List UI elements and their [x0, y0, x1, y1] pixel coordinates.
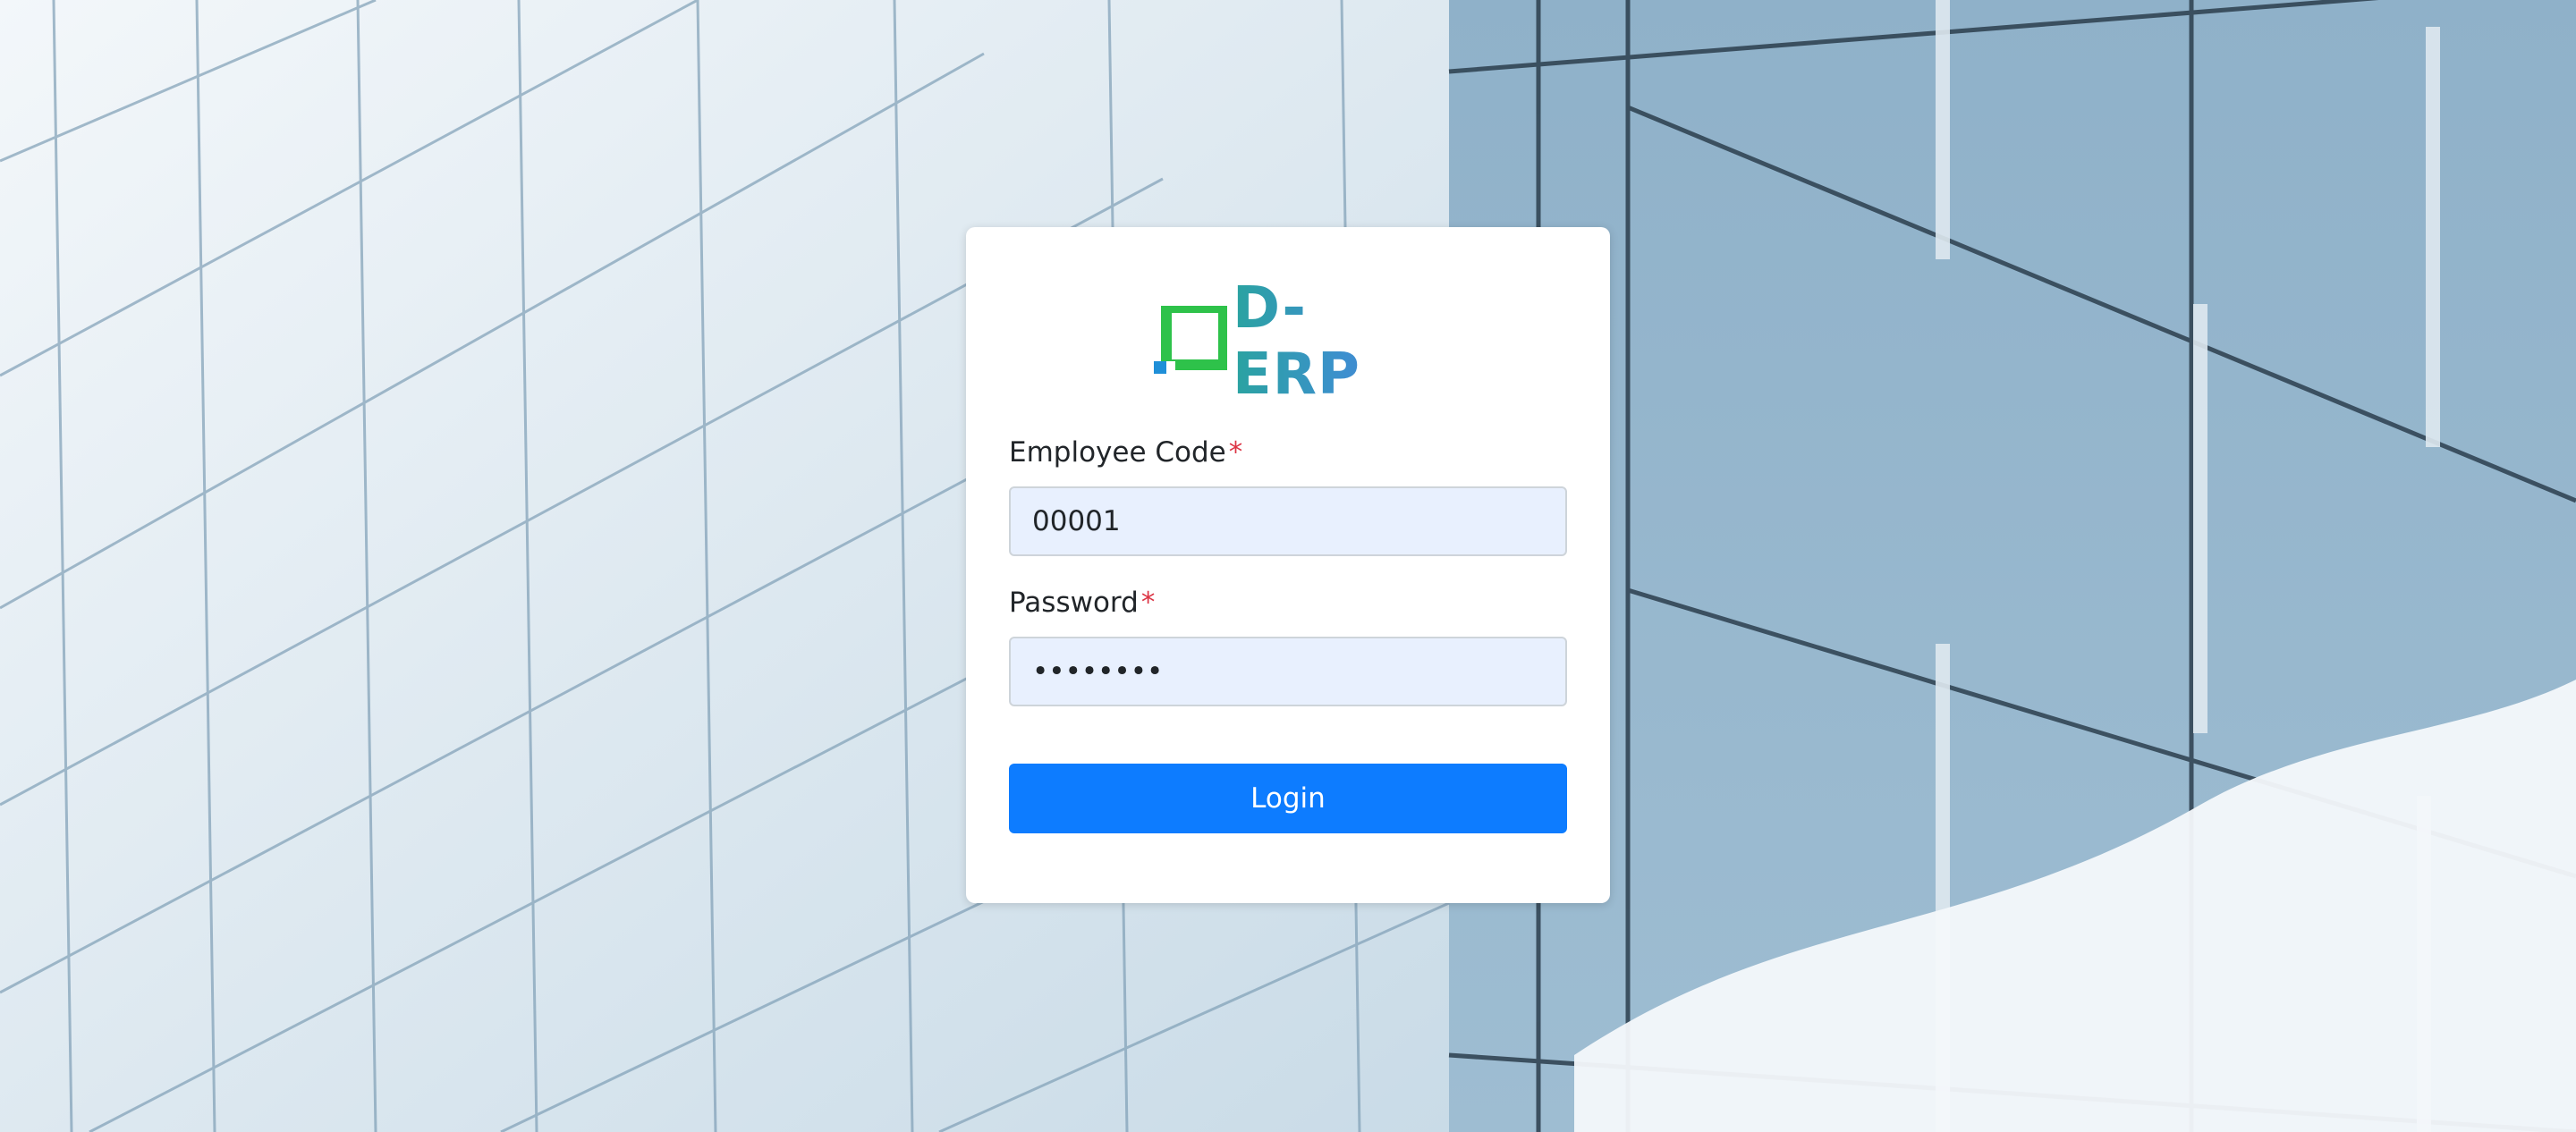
password-label-text: Password: [1009, 587, 1139, 619]
employee-code-label: Employee Code*: [1009, 436, 1242, 469]
employee-code-input[interactable]: [1009, 486, 1567, 556]
password-label: Password*: [1009, 587, 1155, 619]
square-bracket-logo-icon: [1154, 302, 1229, 377]
employee-code-label-text: Employee Code: [1009, 436, 1226, 469]
employee-code-required-mark: *: [1228, 436, 1243, 469]
app-logo-text: D-ERP: [1233, 275, 1422, 408]
login-button[interactable]: Login: [1009, 764, 1567, 833]
login-card: D-ERP Employee Code* Password* Login: [966, 227, 1610, 903]
password-input[interactable]: [1009, 637, 1567, 706]
app-logo: D-ERP: [1154, 275, 1422, 408]
password-required-mark: *: [1140, 587, 1156, 619]
